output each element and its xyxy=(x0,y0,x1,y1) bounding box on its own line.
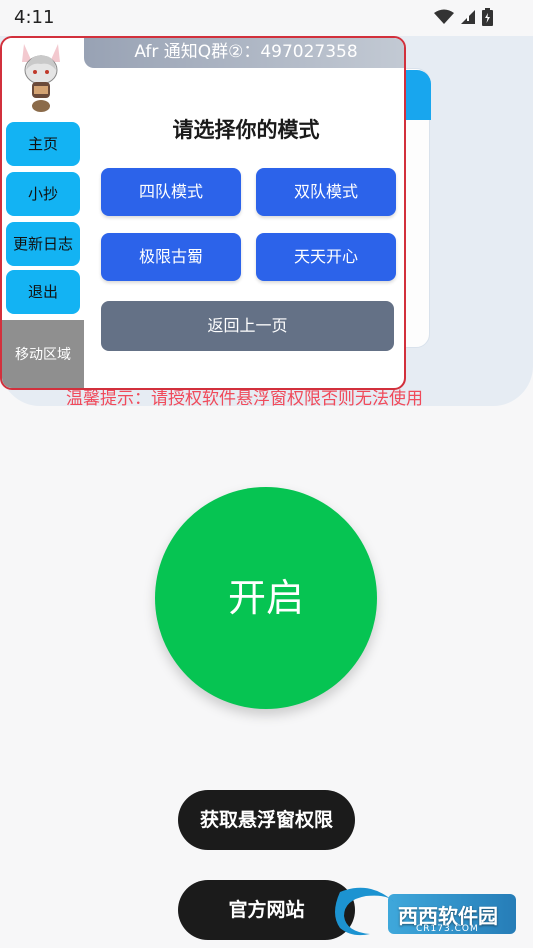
sidebar-item-home[interactable]: 主页 xyxy=(6,122,80,166)
sidebar-item-changelog[interactable]: 更新日志 xyxy=(6,222,80,266)
window-header: Afr 通知Q群②：497027358 xyxy=(84,38,404,68)
start-button[interactable]: 开启 xyxy=(155,487,377,709)
mode-title: 请选择你的模式 xyxy=(172,118,320,142)
mode-button-two-team[interactable]: 双队模式 xyxy=(256,168,396,216)
sidebar-item-cheatsheet[interactable]: 小抄 xyxy=(6,172,80,216)
mode-button-happy[interactable]: 天天开心 xyxy=(256,233,396,281)
wifi-icon xyxy=(434,9,454,25)
sidebar-item-exit[interactable]: 退出 xyxy=(6,270,80,314)
avatar xyxy=(10,40,72,114)
get-overlay-permission-button[interactable]: 获取悬浮窗权限 xyxy=(178,790,355,850)
official-site-button[interactable]: 官方网站 xyxy=(178,880,355,940)
battery-icon xyxy=(482,8,493,26)
floating-window[interactable]: 主页 小抄 更新日志 退出 移动区域 Afr 通知Q群②：497027358 请… xyxy=(0,36,406,390)
status-time: 4:11 xyxy=(14,7,55,28)
watermark-logo: 西西软件园 CR173.COM xyxy=(330,884,520,940)
status-icons xyxy=(434,8,493,26)
mode-button-extreme[interactable]: 极限古蜀 xyxy=(101,233,241,281)
watermark-sub: CR173.COM xyxy=(416,924,479,934)
back-button[interactable]: 返回上一页 xyxy=(101,301,394,351)
screen: 4:11 温馨提示：请授权软件悬浮窗权限否则无法使用 主页 小抄 更新日志 退出… xyxy=(0,0,533,948)
signal-icon xyxy=(460,9,476,25)
move-area-handle[interactable]: 移动区域 xyxy=(2,320,84,388)
status-bar: 4:11 xyxy=(0,0,533,36)
mode-button-four-team[interactable]: 四队模式 xyxy=(101,168,241,216)
side-panel: 主页 小抄 更新日志 退出 移动区域 xyxy=(2,38,84,388)
